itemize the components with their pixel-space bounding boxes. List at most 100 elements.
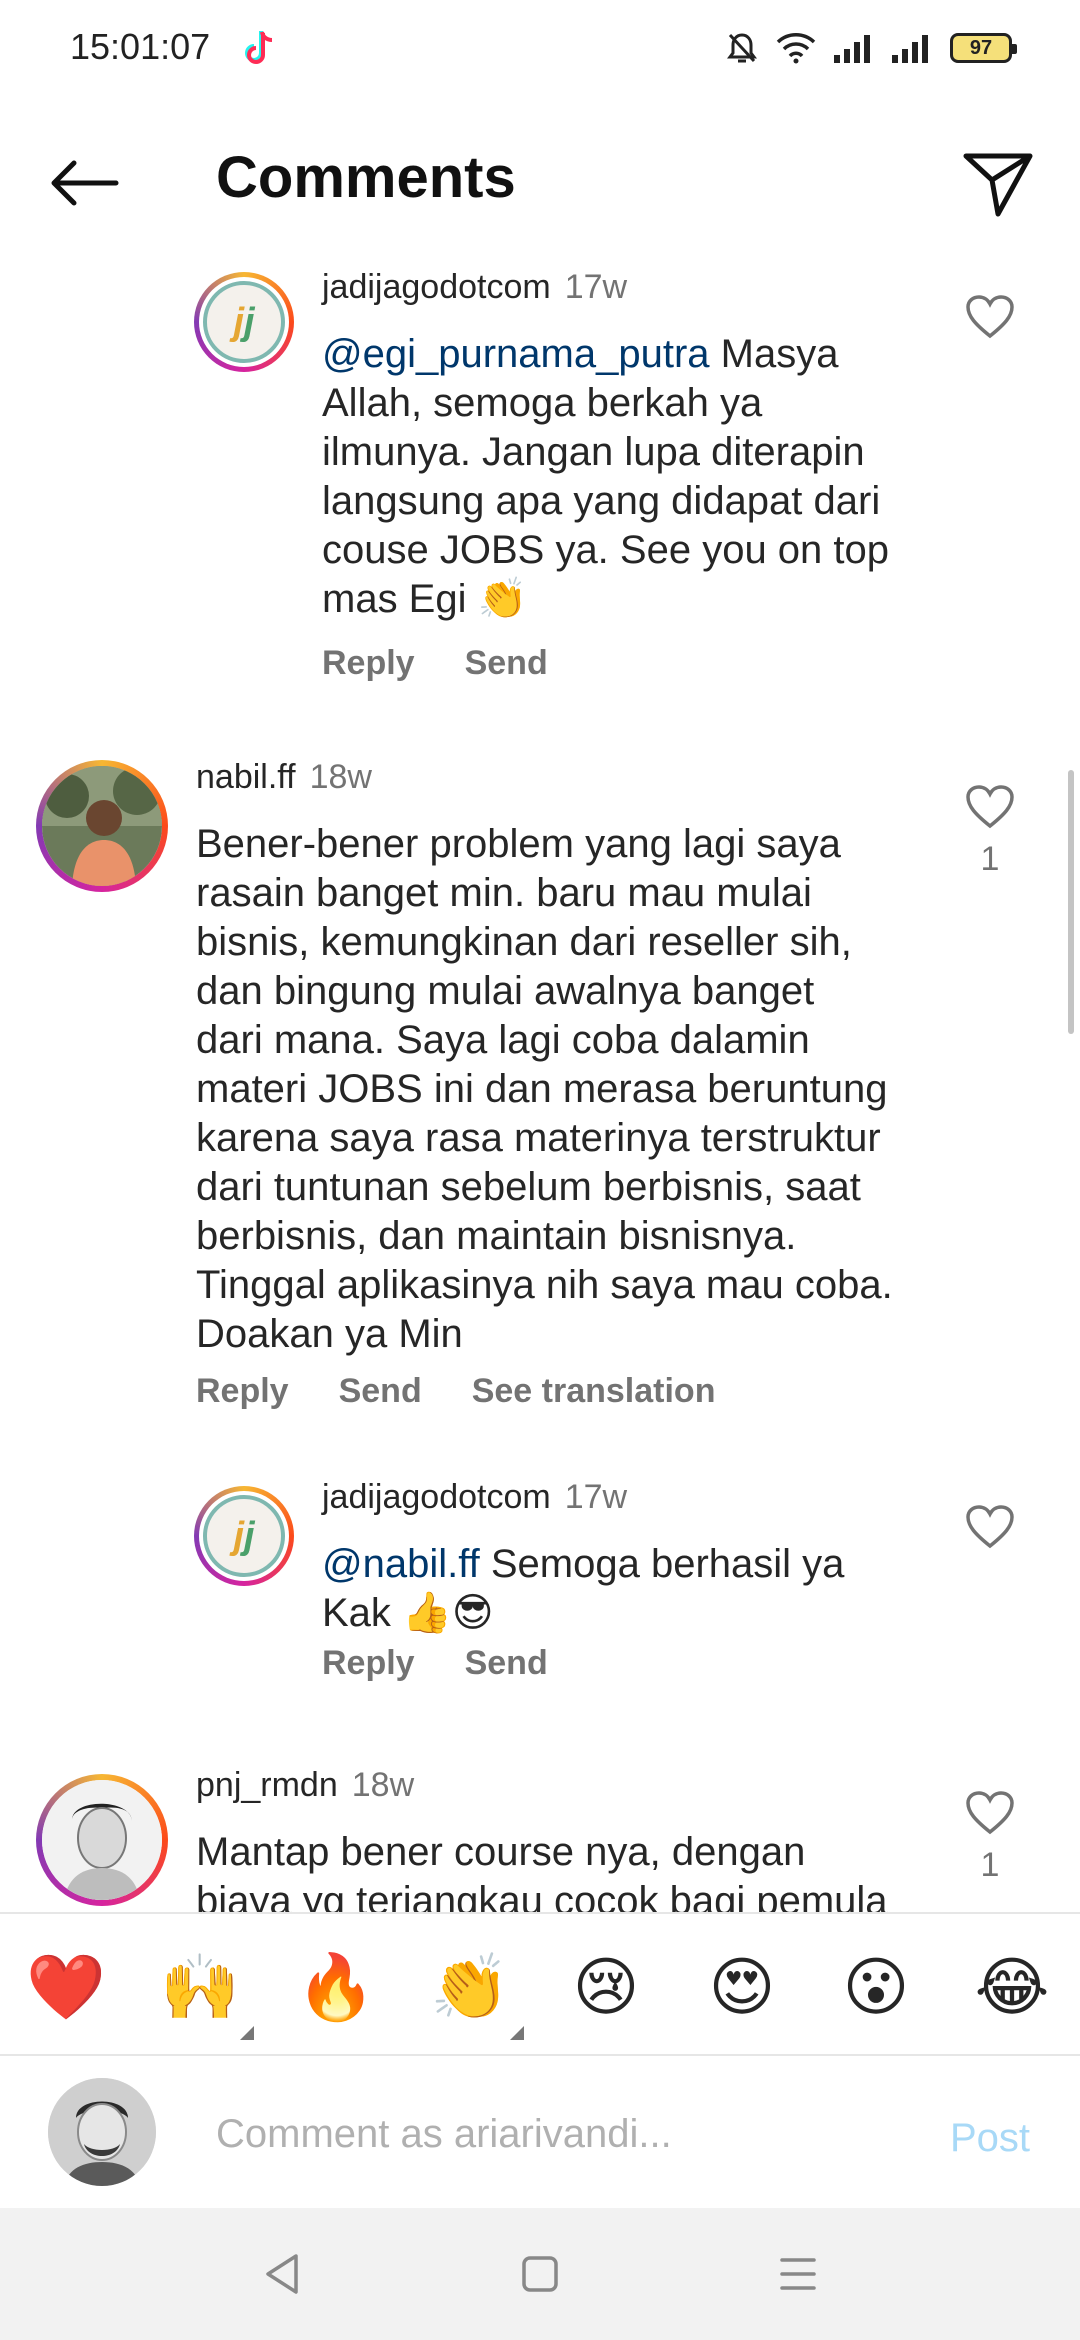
like-button[interactable] bbox=[960, 294, 1020, 340]
comment-line: biaya yg terjangkau cocok bagi pemula bbox=[196, 1879, 888, 1912]
username-text[interactable]: pnj_rmdn bbox=[196, 1766, 338, 1804]
nav-back-button[interactable] bbox=[252, 2244, 312, 2304]
emoji-fire[interactable]: 🔥 bbox=[296, 1948, 376, 2028]
mention-link[interactable]: @egi_purnama_putra bbox=[322, 332, 710, 376]
jadijago-logo: jj bbox=[203, 281, 285, 363]
emoji-reaction-bar: ❤️ 🙌 🔥 👏 😢 😍 😮 😂 bbox=[0, 1912, 1080, 2056]
emoji-surprised[interactable]: 😮 bbox=[836, 1948, 916, 2028]
avatar[interactable] bbox=[36, 1774, 168, 1906]
comment-username[interactable]: pnj_rmdn 18w bbox=[196, 1766, 414, 1805]
signal-icon-2 bbox=[892, 35, 928, 63]
comment-line: dan bingung mulai awalnya banget bbox=[196, 969, 815, 1013]
comment-time: 18w bbox=[351, 1766, 415, 1804]
status-time: 15:01:07 bbox=[70, 26, 211, 67]
comment-username[interactable]: jadijagodotcom 17w bbox=[322, 1478, 627, 1517]
comment-time: 18w bbox=[309, 758, 372, 796]
comment-item: pnj_rmdn 18w Mantap bener course nya, den… bbox=[0, 1756, 1080, 1912]
reply-button[interactable]: Reply bbox=[322, 644, 415, 683]
comment-time: 17w bbox=[564, 268, 628, 306]
comments-list[interactable]: jj jadijagodotcom 17w @egi_purnama_putra … bbox=[0, 250, 1080, 1912]
avatar[interactable]: jj bbox=[194, 272, 294, 372]
tiktok-icon bbox=[245, 31, 273, 64]
send-button[interactable]: Send bbox=[465, 1644, 548, 1683]
comment-line: Tinggal aplikasinya nih saya mau coba. bbox=[196, 1263, 893, 1307]
send-button[interactable]: Send bbox=[465, 644, 548, 683]
comment-text: @egi_purnama_putra Masya Allah, semoga b… bbox=[322, 330, 962, 624]
mute-bell-icon bbox=[727, 33, 757, 63]
post-button[interactable]: Post bbox=[950, 2116, 1030, 2161]
comment-line: Bener-bener problem yang lagi saya bbox=[196, 822, 841, 866]
comment-line: berbisnis, dan maintain bisnisnya. bbox=[196, 1214, 797, 1258]
like-button[interactable]: 1 bbox=[960, 784, 1020, 879]
skin-tone-indicator bbox=[240, 2026, 254, 2040]
jadijago-logo: jj bbox=[203, 1495, 285, 1577]
comment-actions: Reply Send bbox=[322, 1644, 548, 1683]
paper-plane-icon bbox=[963, 153, 1033, 217]
reply-button[interactable]: Reply bbox=[322, 1644, 415, 1683]
arrow-left-icon bbox=[51, 160, 119, 206]
comment-line: Kak 👍😎 bbox=[322, 1591, 494, 1635]
heart-icon bbox=[966, 295, 1014, 339]
battery-indicator: 97 bbox=[950, 33, 1017, 63]
signal-icon bbox=[834, 35, 870, 63]
comment-line: Semoga berhasil ya bbox=[490, 1542, 845, 1586]
avatar[interactable] bbox=[36, 760, 168, 892]
username-text[interactable]: jadijagodotcom bbox=[322, 1478, 551, 1516]
emoji-heart-eyes[interactable]: 😍 bbox=[702, 1948, 782, 2028]
comment-text: Mantap bener course nya, dengan biaya yg… bbox=[196, 1828, 946, 1912]
nav-menu-button[interactable] bbox=[768, 2244, 828, 2304]
user-photo bbox=[48, 2078, 156, 2186]
comment-line: dari tuntunan sebelum berbisnis, saat bbox=[196, 1165, 861, 1209]
comment-username[interactable]: nabil.ff 18w bbox=[196, 758, 372, 797]
back-button[interactable] bbox=[44, 150, 124, 216]
header: Comments bbox=[0, 120, 1080, 240]
comment-item: nabil.ff 18w Bener-bener problem yang lag… bbox=[0, 740, 1080, 1440]
comment-line: langsung apa yang didapat dari bbox=[322, 479, 881, 523]
comment-line: Mantap bener course nya, dengan bbox=[196, 1830, 806, 1874]
comment-line: mas Egi 👏 bbox=[322, 577, 528, 621]
reply-button[interactable]: Reply bbox=[196, 1372, 289, 1411]
comment-line: Doakan ya Min bbox=[196, 1312, 463, 1356]
share-button[interactable] bbox=[958, 144, 1038, 224]
comment-actions: Reply Send See translation bbox=[196, 1372, 715, 1411]
comment-text: Bener-bener problem yang lagi saya rasai… bbox=[196, 820, 946, 1359]
heart-icon bbox=[966, 785, 1014, 829]
comment-reply-item: jj jadijagodotcom 17w @egi_purnama_putra … bbox=[0, 250, 1080, 700]
battery-level: 97 bbox=[969, 36, 993, 59]
comment-composer: Post bbox=[0, 2056, 1080, 2208]
send-button[interactable]: Send bbox=[339, 1372, 422, 1411]
like-button[interactable] bbox=[960, 1504, 1020, 1550]
see-translation-button[interactable]: See translation bbox=[472, 1372, 716, 1411]
comment-text: @nabil.ff Semoga berhasil ya Kak 👍😎 bbox=[322, 1540, 962, 1638]
user-photo bbox=[42, 1780, 162, 1900]
comment-line: materi JOBS ini dan merasa beruntung bbox=[196, 1067, 888, 1111]
heart-icon bbox=[966, 1505, 1014, 1549]
username-text[interactable]: nabil.ff bbox=[196, 758, 296, 796]
emoji-heart[interactable]: ❤️ bbox=[26, 1948, 106, 2028]
comment-line: ilmunya. Jangan lupa diterapin bbox=[322, 430, 865, 474]
comment-username[interactable]: jadijagodotcom 17w bbox=[322, 268, 627, 307]
comment-line: bisnis, kemungkinan dari reseller sih, bbox=[196, 920, 852, 964]
emoji-raising-hands[interactable]: 🙌 bbox=[160, 1948, 240, 2028]
emoji-laughing[interactable]: 😂 bbox=[972, 1948, 1052, 2028]
comment-time: 17w bbox=[564, 1478, 628, 1516]
skin-tone-indicator bbox=[510, 2026, 524, 2040]
like-button[interactable]: 1 bbox=[960, 1790, 1020, 1885]
username-text[interactable]: jadijagodotcom bbox=[322, 268, 551, 306]
current-user-avatar[interactable] bbox=[48, 2078, 156, 2186]
avatar[interactable]: jj bbox=[194, 1486, 294, 1586]
status-bar: 15:01:07 97 bbox=[0, 0, 1080, 96]
scrollbar[interactable] bbox=[1068, 770, 1074, 1034]
system-nav-bar bbox=[0, 2208, 1080, 2340]
comment-input[interactable] bbox=[216, 2104, 916, 2164]
user-photo bbox=[42, 766, 162, 886]
nav-home-button[interactable] bbox=[510, 2244, 570, 2304]
like-count: 1 bbox=[980, 1846, 1000, 1884]
mention-link[interactable]: @nabil.ff bbox=[322, 1542, 480, 1586]
heart-icon bbox=[966, 1791, 1014, 1835]
comment-line: Masya bbox=[720, 332, 839, 376]
menu-lines-icon bbox=[780, 2258, 816, 2290]
emoji-crying[interactable]: 😢 bbox=[566, 1948, 646, 2028]
comment-line: dari mana. Saya lagi coba dalamin bbox=[196, 1018, 810, 1062]
emoji-clapping[interactable]: 👏 bbox=[430, 1948, 510, 2028]
